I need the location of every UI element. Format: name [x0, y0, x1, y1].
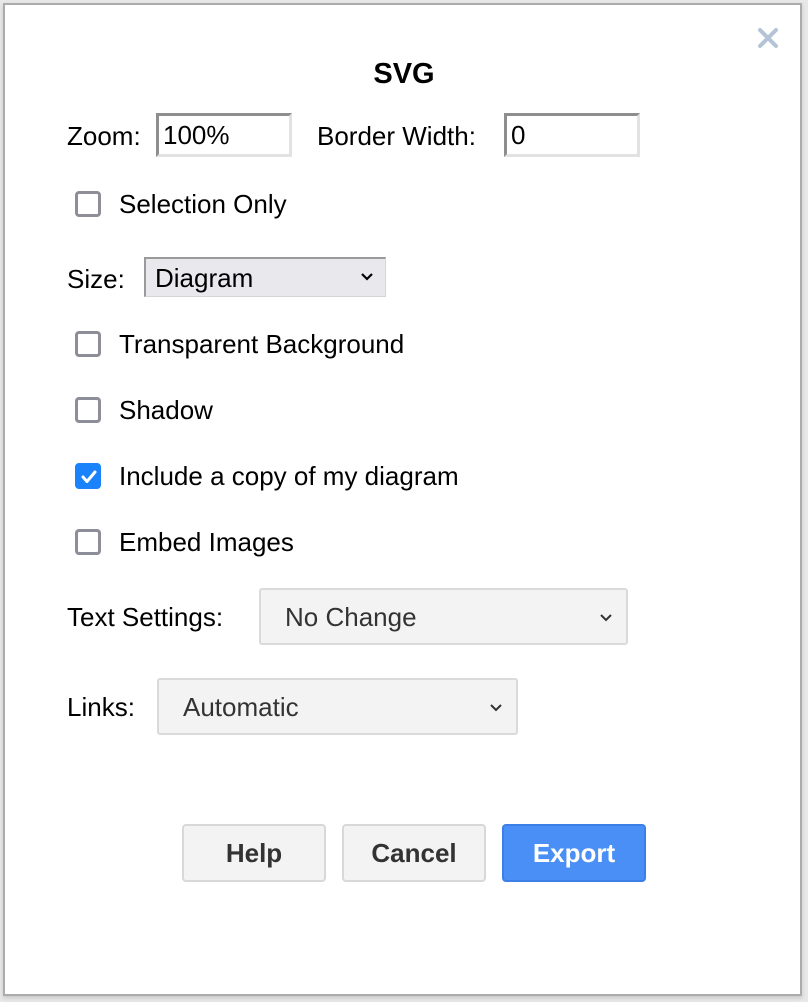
chevron-down-icon: [361, 273, 373, 281]
size-select[interactable]: Diagram: [144, 257, 386, 297]
transparent-background-label: Transparent Background: [119, 329, 405, 359]
shadow-label: Shadow: [119, 395, 213, 425]
embed-images-checkbox[interactable]: [75, 529, 101, 555]
selection-only-checkbox[interactable]: [75, 191, 101, 217]
links-label: Links:: [67, 692, 135, 722]
dialog-title: SVG: [373, 58, 435, 90]
size-select-value: Diagram: [155, 263, 254, 293]
embed-images-label: Embed Images: [119, 527, 294, 557]
export-button[interactable]: Export: [502, 824, 646, 882]
size-label: Size:: [67, 264, 125, 294]
links-value: Automatic: [183, 692, 299, 722]
text-settings-label: Text Settings:: [67, 602, 224, 632]
close-button[interactable]: [756, 26, 780, 50]
text-settings-select[interactable]: No Change: [259, 588, 628, 645]
include-copy-checkbox[interactable]: [75, 463, 101, 489]
chevron-down-icon: [490, 704, 502, 712]
checkmark-icon: [81, 470, 97, 483]
text-settings-value: No Change: [285, 602, 417, 632]
border-width-label: Border Width:: [317, 121, 476, 151]
links-select[interactable]: Automatic: [157, 678, 518, 735]
include-copy-label: Include a copy of my diagram: [119, 461, 459, 491]
cancel-button[interactable]: Cancel: [342, 824, 486, 882]
chevron-down-icon: [600, 614, 612, 622]
transparent-background-checkbox[interactable]: [75, 331, 101, 357]
close-icon: [758, 28, 778, 48]
help-button[interactable]: Help: [182, 824, 326, 882]
zoom-input[interactable]: [156, 113, 292, 157]
selection-only-label: Selection Only: [119, 189, 287, 219]
border-width-input[interactable]: [504, 113, 640, 157]
zoom-label: Zoom:: [67, 121, 141, 151]
shadow-checkbox[interactable]: [75, 397, 101, 423]
